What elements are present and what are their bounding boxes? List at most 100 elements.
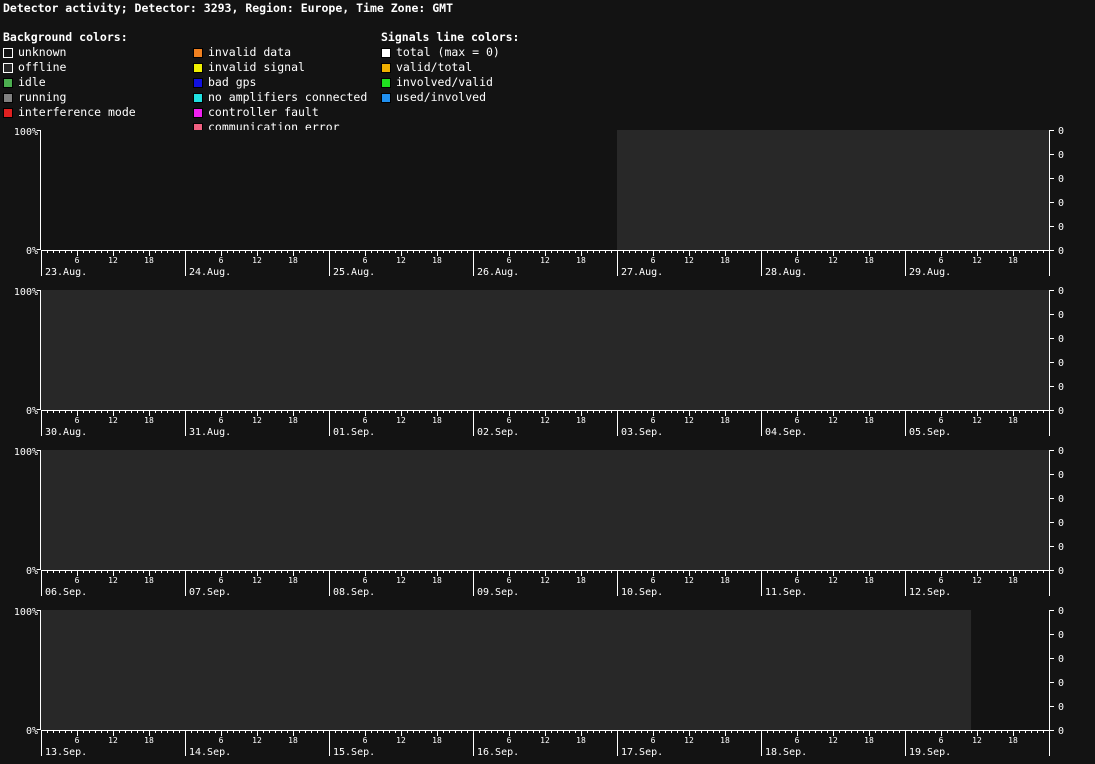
hour-tick-label: 12 <box>108 416 118 425</box>
day-label: 26.Aug. <box>477 267 519 278</box>
y-right-tick-label: 0 <box>1058 406 1064 417</box>
hour-tick-label: 6 <box>795 256 800 265</box>
hour-tick-label: 6 <box>363 736 368 745</box>
hour-tick-label: 6 <box>507 576 512 585</box>
hour-tick-label: 12 <box>252 256 262 265</box>
day-label: 06.Sep. <box>45 587 87 598</box>
hour-tick-label: 6 <box>75 256 80 265</box>
hour-tick-label: 12 <box>828 576 838 585</box>
hour-tick-label: 12 <box>252 416 262 425</box>
y-right-tick-label: 0 <box>1058 542 1064 553</box>
hour-tick-label: 12 <box>540 576 550 585</box>
y-right-tick-label: 0 <box>1058 446 1064 457</box>
hour-tick-label: 6 <box>219 256 224 265</box>
hour-tick-label: 6 <box>795 576 800 585</box>
hour-tick-label: 6 <box>219 736 224 745</box>
hour-tick-label: 12 <box>108 576 118 585</box>
y-right-tick-label: 0 <box>1058 518 1064 529</box>
hour-tick-label: 12 <box>396 736 406 745</box>
state-segment <box>41 610 972 730</box>
day-label: 11.Sep. <box>765 587 807 598</box>
state-segment <box>41 450 1049 570</box>
hour-tick-label: 18 <box>576 576 586 585</box>
hour-tick-label: 6 <box>939 736 944 745</box>
hour-tick-label: 12 <box>252 576 262 585</box>
hour-tick-label: 6 <box>651 736 656 745</box>
hour-tick-label: 12 <box>252 736 262 745</box>
y-right-tick-label: 0 <box>1058 630 1064 641</box>
y-right-tick-label: 0 <box>1058 126 1064 137</box>
hour-tick-label: 6 <box>795 416 800 425</box>
hour-tick-label: 18 <box>288 256 298 265</box>
hour-tick-label: 12 <box>108 736 118 745</box>
y-tick-label-top: 100% <box>14 287 38 298</box>
y-right-tick-label: 0 <box>1058 726 1064 737</box>
hour-tick-label: 18 <box>144 736 154 745</box>
y-tick-label-bottom: 0% <box>26 246 38 257</box>
y-right-tick-label: 0 <box>1058 174 1064 185</box>
hour-tick-label: 12 <box>396 416 406 425</box>
hour-tick-label: 18 <box>864 736 874 745</box>
day-label: 28.Aug. <box>765 267 807 278</box>
y-right-tick-label: 0 <box>1058 494 1064 505</box>
y-right-tick-label: 0 <box>1058 678 1064 689</box>
y-right-tick-label: 0 <box>1058 358 1064 369</box>
hour-tick-label: 12 <box>540 416 550 425</box>
day-label: 14.Sep. <box>189 747 231 758</box>
hour-tick-label: 18 <box>720 576 730 585</box>
hour-tick-label: 18 <box>864 416 874 425</box>
hour-tick-label: 18 <box>432 736 442 745</box>
hour-tick-label: 6 <box>507 416 512 425</box>
hour-tick-label: 12 <box>684 416 694 425</box>
hour-tick-label: 12 <box>684 736 694 745</box>
hour-tick-label: 12 <box>972 736 982 745</box>
y-right-tick-label: 0 <box>1058 470 1064 481</box>
day-label: 05.Sep. <box>909 427 951 438</box>
hour-tick-label: 18 <box>144 416 154 425</box>
hour-tick-label: 12 <box>684 576 694 585</box>
hour-tick-label: 6 <box>939 256 944 265</box>
hour-tick-label: 18 <box>288 416 298 425</box>
hour-tick-label: 18 <box>288 576 298 585</box>
day-label: 12.Sep. <box>909 587 951 598</box>
hour-tick-label: 6 <box>363 256 368 265</box>
day-label: 01.Sep. <box>333 427 375 438</box>
day-label: 07.Sep. <box>189 587 231 598</box>
state-segment <box>617 130 1049 250</box>
day-label: 17.Sep. <box>621 747 663 758</box>
hour-tick-label: 18 <box>1008 416 1018 425</box>
hour-tick-label: 18 <box>576 256 586 265</box>
hour-tick-label: 18 <box>432 576 442 585</box>
y-right-tick-label: 0 <box>1058 222 1064 233</box>
y-tick-label-bottom: 0% <box>26 726 38 737</box>
hour-tick-label: 18 <box>720 736 730 745</box>
day-label: 09.Sep. <box>477 587 519 598</box>
y-right-tick-label: 0 <box>1058 310 1064 321</box>
y-right-tick-label: 0 <box>1058 606 1064 617</box>
y-tick-label-top: 100% <box>14 447 38 458</box>
hour-tick-label: 12 <box>396 256 406 265</box>
hour-tick-label: 6 <box>75 416 80 425</box>
hour-tick-label: 18 <box>576 736 586 745</box>
y-right-tick-label: 0 <box>1058 702 1064 713</box>
activity-charts: 100% 0% 0 0 0 0 0 0 6 12 18 23.Aug. 6 12 18 24.Aug. 6 12 1… <box>14 126 1064 758</box>
day-label: 30.Aug. <box>45 427 87 438</box>
state-segment <box>41 130 617 250</box>
hour-tick-label: 6 <box>939 576 944 585</box>
y-right-tick-label: 0 <box>1058 150 1064 161</box>
hour-tick-label: 6 <box>363 576 368 585</box>
day-label: 23.Aug. <box>45 267 87 278</box>
day-label: 02.Sep. <box>477 427 519 438</box>
day-label: 04.Sep. <box>765 427 807 438</box>
hour-tick-label: 6 <box>75 576 80 585</box>
hour-tick-label: 18 <box>144 256 154 265</box>
hour-tick-label: 6 <box>75 736 80 745</box>
hour-tick-label: 6 <box>507 736 512 745</box>
hour-tick-label: 12 <box>540 736 550 745</box>
hour-tick-label: 12 <box>828 416 838 425</box>
state-segment <box>971 610 1049 730</box>
state-segment <box>41 290 1049 410</box>
hour-tick-label: 18 <box>432 416 442 425</box>
day-label: 03.Sep. <box>621 427 663 438</box>
hour-tick-label: 12 <box>540 256 550 265</box>
